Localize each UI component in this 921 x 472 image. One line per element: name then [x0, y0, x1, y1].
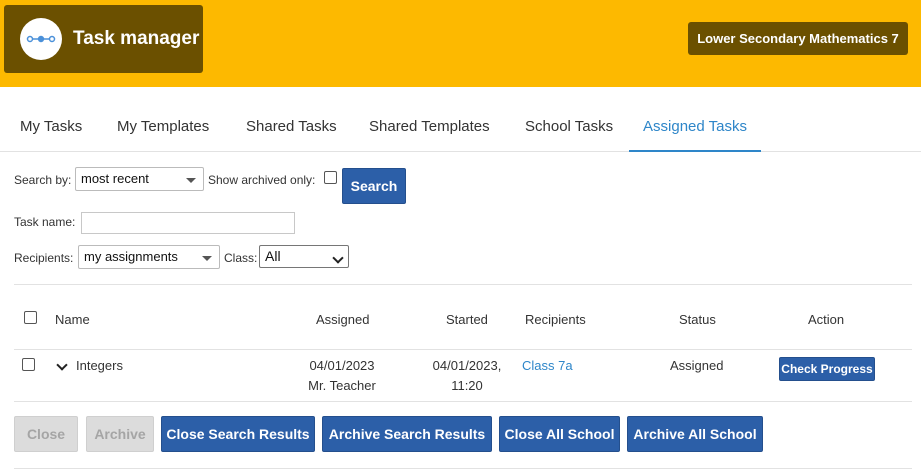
recipients-link[interactable]: Class 7a: [522, 356, 573, 376]
column-header-recipients[interactable]: Recipients: [525, 312, 586, 327]
assigned-date: 04/01/2023: [309, 358, 375, 373]
task-name[interactable]: Integers: [76, 356, 123, 376]
table-header-divider: [14, 349, 912, 350]
tab-my-templates[interactable]: My Templates: [117, 111, 209, 152]
recipients-value: my assignments: [84, 249, 178, 264]
check-progress-button[interactable]: Check Progress: [779, 357, 875, 381]
search-button[interactable]: Search: [342, 168, 406, 204]
search-by-value: most recent: [81, 171, 149, 186]
show-archived-label: Show archived only:: [208, 173, 316, 187]
search-by-label: Search by:: [14, 173, 72, 187]
course-selector[interactable]: Lower Secondary Mathematics 7: [688, 22, 908, 55]
column-header-status[interactable]: Status: [679, 312, 716, 327]
class-label: Class:: [224, 251, 258, 265]
tab-school-tasks[interactable]: School Tasks: [525, 111, 613, 152]
started-date: 04/01/2023,: [432, 358, 502, 373]
footer-divider: [14, 468, 912, 469]
app-title: Task manager: [73, 28, 200, 49]
chevron-down-icon: [332, 252, 344, 264]
archive-button[interactable]: Archive: [86, 416, 154, 452]
filter-divider: [14, 284, 912, 285]
search-by-select[interactable]: most recent: [75, 167, 204, 191]
recipients-label: Recipients:: [14, 251, 74, 265]
recipients-select[interactable]: my assignments: [78, 245, 220, 269]
expand-chevron-icon[interactable]: [56, 359, 68, 371]
class-value: All: [265, 248, 281, 264]
tab-shared-tasks[interactable]: Shared Tasks: [246, 111, 337, 152]
close-button[interactable]: Close: [14, 416, 78, 452]
column-header-action[interactable]: Action: [808, 312, 844, 327]
archive-search-results-button[interactable]: Archive Search Results: [322, 416, 492, 452]
task-manager-logo-icon: [20, 18, 62, 60]
column-header-name[interactable]: Name: [55, 312, 90, 327]
tab-my-tasks[interactable]: My Tasks: [20, 111, 82, 152]
chevron-down-icon: [202, 256, 212, 261]
started-time: 11:20: [451, 378, 483, 393]
assigned-cell: 04/01/2023 Mr. Teacher: [296, 356, 388, 396]
column-header-started[interactable]: Started: [446, 312, 488, 327]
table-row-divider: [14, 401, 912, 402]
select-all-checkbox[interactable]: [24, 311, 37, 324]
chevron-down-icon: [186, 178, 196, 183]
class-select[interactable]: All: [259, 245, 349, 268]
tab-shared-templates[interactable]: Shared Templates: [369, 111, 490, 152]
close-search-results-button[interactable]: Close Search Results: [161, 416, 315, 452]
task-tabs: My Tasks My Templates Shared Tasks Share…: [0, 111, 921, 152]
assigned-by: Mr. Teacher: [308, 378, 376, 393]
task-name-input[interactable]: [81, 212, 295, 234]
app-header: Task manager Lower Secondary Mathematics…: [0, 0, 921, 87]
archive-all-school-button[interactable]: Archive All School: [627, 416, 763, 452]
column-header-assigned[interactable]: Assigned: [316, 312, 369, 327]
show-archived-checkbox[interactable]: [324, 171, 337, 184]
close-all-school-button[interactable]: Close All School: [499, 416, 620, 452]
tab-assigned-tasks[interactable]: Assigned Tasks: [629, 111, 761, 152]
row-select-checkbox[interactable]: [22, 358, 35, 371]
app-brand[interactable]: Task manager: [4, 5, 203, 73]
started-cell: 04/01/2023, 11:20: [425, 356, 509, 396]
status-text: Assigned: [670, 358, 724, 373]
task-name-label: Task name:: [14, 215, 76, 229]
